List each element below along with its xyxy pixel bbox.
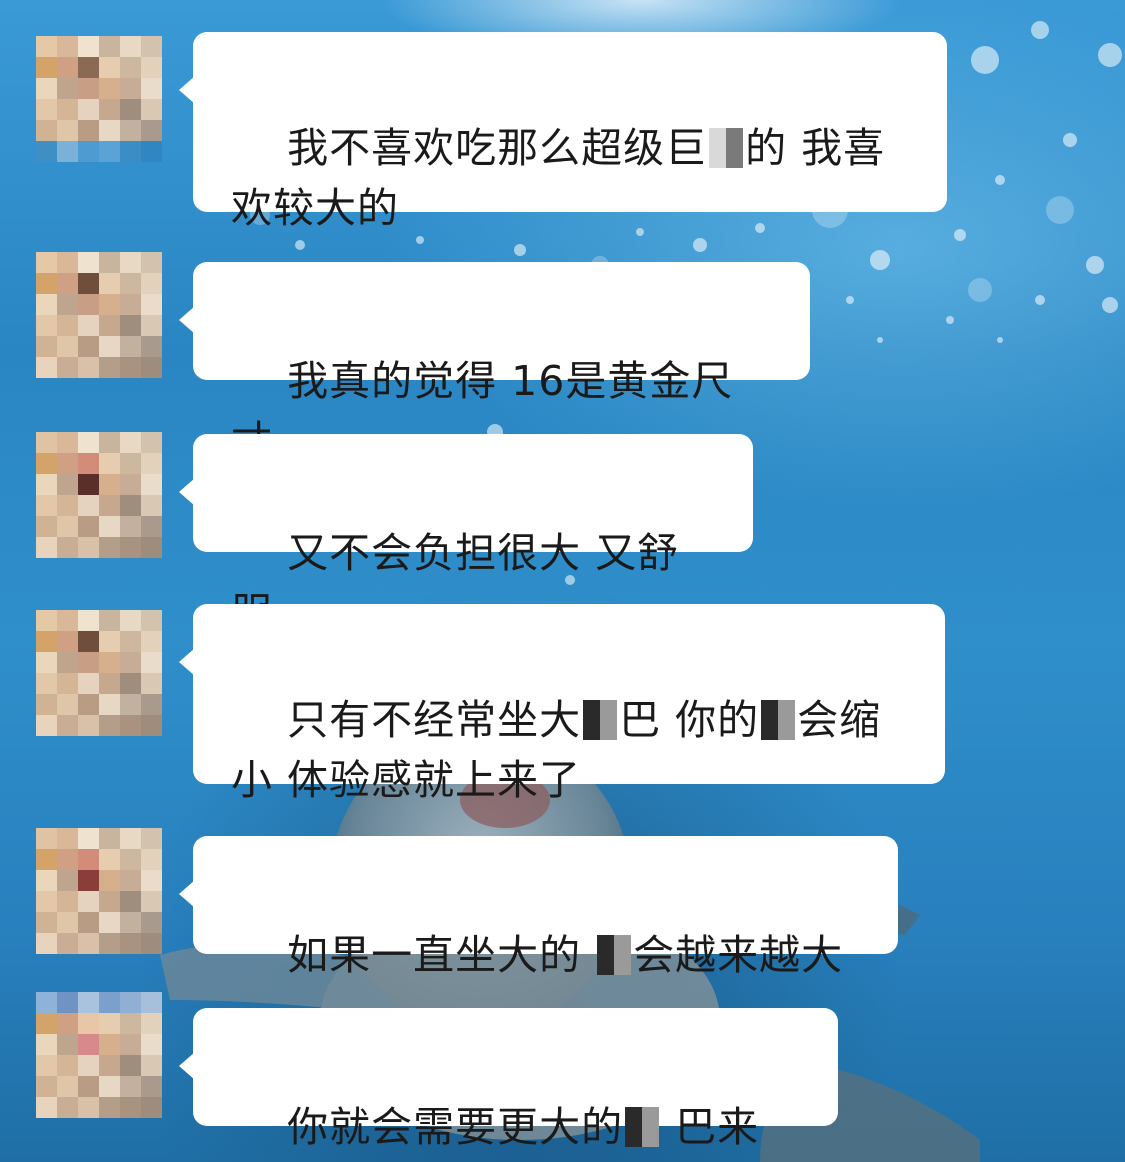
message-bubble[interactable]: 只有不经常坐大巴 你的 会缩 小 体验感就上来了 [179, 604, 945, 804]
avatar[interactable] [36, 992, 162, 1118]
message-text: 如果一直坐大的 [287, 931, 596, 979]
message-text: 你就会需要更大的 [287, 1103, 624, 1151]
censor-mosaic [597, 935, 632, 975]
avatar[interactable] [36, 432, 162, 558]
avatar[interactable] [36, 828, 162, 954]
censor-mosaic [709, 128, 744, 168]
message-text: 会越来越大 [633, 931, 844, 979]
avatar[interactable] [36, 36, 162, 162]
avatar[interactable] [36, 610, 162, 736]
message-bubble[interactable]: 我不喜欢吃那么超级巨的 我喜 欢较大的 [179, 32, 947, 232]
message-text: 巴 你的 [619, 696, 760, 744]
message-text: 我不喜欢吃那么超级巨 [287, 124, 708, 172]
message-bubble[interactable]: 我真的觉得 16是黄金尺寸 [179, 262, 810, 465]
message-text: 只有不经常坐大 [287, 696, 582, 744]
message-bubble[interactable]: 如果一直坐大的 会越来越大 [179, 836, 898, 979]
message-bubble[interactable]: 你就会需要更大的 巴来填 [179, 1008, 838, 1151]
censor-mosaic [625, 1107, 660, 1147]
censor-mosaic [583, 700, 618, 740]
message-bubble[interactable]: 又不会负担很大 又舒服 [179, 434, 753, 637]
censor-mosaic [761, 700, 796, 740]
avatar[interactable] [36, 252, 162, 378]
